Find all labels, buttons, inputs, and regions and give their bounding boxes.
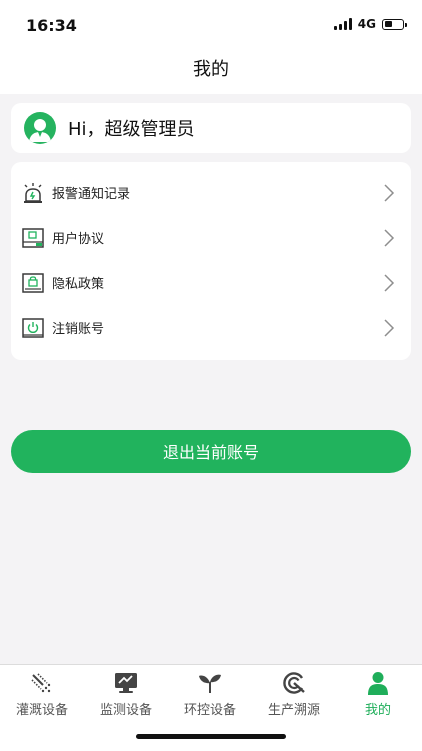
tab-environment[interactable]: 环控设备 — [168, 671, 252, 718]
menu-item-label: 隐私政策 — [52, 277, 105, 292]
status-indicators: 4G — [333, 17, 407, 31]
alarm-light-icon — [24, 182, 42, 203]
chevron-right-icon — [384, 228, 395, 247]
battery-icon — [382, 18, 407, 30]
tab-irrigation[interactable]: 灌溉设备 — [0, 671, 84, 718]
sprout-icon — [199, 674, 221, 693]
power-icon — [22, 317, 44, 338]
trace-icon — [283, 672, 305, 694]
privacy-lock-icon — [22, 272, 44, 293]
tab-label: 灌溉设备 — [15, 703, 68, 718]
agreement-icon — [22, 227, 44, 248]
logout-button[interactable]: 退出当前账号 — [11, 430, 411, 473]
tab-monitoring[interactable]: 监测设备 — [84, 671, 168, 718]
tab-traceability[interactable]: 生产溯源 — [252, 671, 336, 718]
chevron-right-icon — [384, 318, 395, 337]
tab-label: 环控设备 — [183, 703, 236, 718]
tab-label: 生产溯源 — [267, 703, 320, 718]
profile-card[interactable]: Hi，超级管理员 — [11, 103, 411, 153]
monitor-icon — [115, 673, 137, 693]
tab-label: 我的 — [364, 703, 391, 718]
battery-level — [384, 21, 392, 27]
chevron-right-icon — [384, 183, 395, 202]
status-time: 16:34 — [26, 16, 77, 35]
menu-card: 报警通知记录 用户协议 隐私政策 注销账号 — [11, 162, 411, 360]
user-avatar-icon — [24, 112, 56, 144]
signal-icon — [333, 18, 352, 30]
irrigation-icon — [31, 673, 51, 693]
tab-mine[interactable]: 我的 — [336, 671, 420, 718]
greeting-text: Hi，超级管理员 — [68, 119, 195, 140]
menu-item-delete-account[interactable]: 注销账号 — [11, 305, 411, 350]
menu-item-label: 注销账号 — [52, 322, 105, 337]
menu-item-user-agreement[interactable]: 用户协议 — [11, 215, 411, 260]
nav-header: 我的 — [0, 50, 422, 94]
status-bar: 16:34 4G — [0, 0, 422, 50]
menu-item-label: 用户协议 — [52, 232, 105, 247]
chevron-right-icon — [384, 273, 395, 292]
home-indicator — [136, 734, 286, 739]
menu-item-alarm-records[interactable]: 报警通知记录 — [11, 170, 411, 215]
tab-label: 监测设备 — [99, 703, 152, 718]
person-icon — [368, 672, 388, 695]
page-title: 我的 — [193, 59, 229, 80]
menu-item-label: 报警通知记录 — [52, 187, 131, 202]
network-type: 4G — [357, 17, 376, 31]
menu-item-privacy-policy[interactable]: 隐私政策 — [11, 260, 411, 305]
